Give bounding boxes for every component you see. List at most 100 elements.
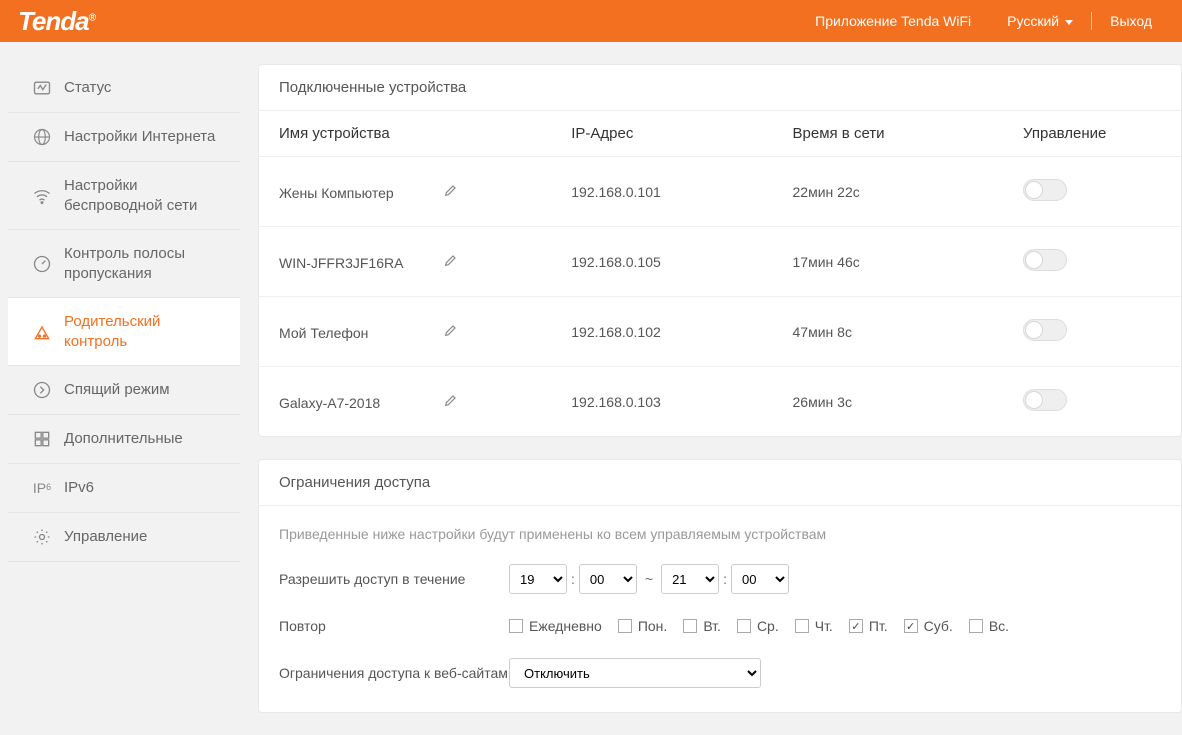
sidebar-item-label: Настройки беспроводной сети: [64, 176, 224, 215]
day-label: Ср.: [757, 618, 779, 634]
time-from-min[interactable]: 00: [579, 564, 637, 594]
globe-icon: [32, 127, 52, 147]
sidebar-item-ipv6[interactable]: IP6 IPv6: [8, 464, 240, 513]
row-repeat: Повтор ЕжедневноПон.Вт.Ср.Чт.Пт.Суб.Вс.: [279, 618, 1161, 634]
device-name: Мой Телефон: [279, 325, 439, 341]
connected-devices-title: Подключенные устройства: [259, 65, 1181, 110]
wifi-icon: [32, 186, 52, 206]
checkbox-icon: [969, 619, 983, 633]
sidebar-item-label: Настройки Интернета: [64, 127, 215, 147]
time-to-min[interactable]: 00: [731, 564, 789, 594]
day-label: Пон.: [638, 618, 667, 634]
logout-link[interactable]: Выход: [1092, 13, 1170, 29]
sidebar-item-wifi[interactable]: Настройки беспроводной сети: [8, 162, 240, 230]
table-row: WIN-JFFR3JF16RA 192.168.0.105 17мин 46с: [259, 227, 1181, 297]
day-label: Вт.: [703, 618, 721, 634]
parental-icon: [32, 322, 52, 342]
day-label: Чт.: [815, 618, 833, 634]
device-uptime: 26мин 3с: [785, 367, 1016, 437]
access-note: Приведенные ниже настройки будут примене…: [279, 516, 1161, 542]
checkbox-icon: [683, 619, 697, 633]
edit-icon[interactable]: [443, 252, 459, 268]
col-name: Имя устройства: [259, 111, 563, 157]
day-label: Суб.: [924, 618, 953, 634]
manage-toggle[interactable]: [1023, 319, 1067, 341]
device-ip: 192.168.0.101: [563, 157, 784, 227]
connected-devices-panel: Подключенные устройства Имя устройства I…: [258, 64, 1182, 437]
sidebar-item-sleep[interactable]: Спящий режим: [8, 366, 240, 415]
sidebar-item-label: Статус: [64, 78, 111, 98]
ipv6-icon: IP6: [32, 478, 52, 498]
day-checkbox[interactable]: Ежедневно: [509, 618, 602, 634]
grid-icon: [32, 429, 52, 449]
language-selector[interactable]: Русский: [989, 13, 1091, 29]
checkbox-icon: [737, 619, 751, 633]
device-name: Galaxy-A7-2018: [279, 395, 439, 411]
checkbox-icon: [509, 619, 523, 633]
day-checkbox[interactable]: Пон.: [618, 618, 667, 634]
sidebar-item-label: IPv6: [64, 478, 94, 498]
edit-icon[interactable]: [443, 392, 459, 408]
sidebar: Статус Настройки Интернета Настройки бес…: [8, 64, 240, 735]
device-ip: 192.168.0.105: [563, 227, 784, 297]
day-checkbox[interactable]: Вс.: [969, 618, 1009, 634]
day-checkbox[interactable]: Пт.: [849, 618, 888, 634]
chevron-down-icon: [1065, 20, 1073, 25]
brand-logo: Tenda®: [18, 6, 95, 37]
time-to-hour[interactable]: 21: [661, 564, 719, 594]
day-checkbox[interactable]: Ср.: [737, 618, 779, 634]
sidebar-item-status[interactable]: Статус: [8, 64, 240, 113]
status-icon: [32, 78, 52, 98]
sidebar-item-label: Управление: [64, 527, 147, 547]
sidebar-item-label: Спящий режим: [64, 380, 170, 400]
day-checkbox[interactable]: Вт.: [683, 618, 721, 634]
day-label: Ежедневно: [529, 618, 602, 634]
device-uptime: 22мин 22с: [785, 157, 1016, 227]
app-link[interactable]: Приложение Tenda WiFi: [797, 13, 989, 29]
device-name: Жены Компьютер: [279, 185, 439, 201]
checkbox-icon: [849, 619, 863, 633]
gear-icon: [32, 527, 52, 547]
col-manage: Управление: [1015, 111, 1181, 157]
sidebar-item-parental-control[interactable]: Родительский контроль: [8, 298, 240, 366]
sidebar-item-label: Родительский контроль: [64, 312, 224, 351]
table-row: Galaxy-A7-2018 192.168.0.103 26мин 3с: [259, 367, 1181, 437]
device-ip: 192.168.0.102: [563, 297, 784, 367]
row-web-restrict: Ограничения доступа к веб-сайтам Отключи…: [279, 658, 1161, 688]
app-header: Tenda® Приложение Tenda WiFi Русский Вых…: [0, 0, 1182, 42]
manage-toggle[interactable]: [1023, 179, 1067, 201]
col-uptime: Время в сети: [785, 111, 1016, 157]
sidebar-item-additional[interactable]: Дополнительные: [8, 415, 240, 464]
sidebar-item-internet[interactable]: Настройки Интернета: [8, 113, 240, 162]
day-checkbox[interactable]: Чт.: [795, 618, 833, 634]
checkbox-icon: [618, 619, 632, 633]
row-allow-time: Разрешить доступ в течение 19 : 00 ~ 21 …: [279, 564, 1161, 594]
devices-table: Имя устройства IP-Адрес Время в сети Упр…: [259, 110, 1181, 436]
table-row: Жены Компьютер 192.168.0.101 22мин 22с: [259, 157, 1181, 227]
day-label: Вс.: [989, 618, 1009, 634]
access-restrictions-title: Ограничения доступа: [259, 460, 1181, 505]
main-content: Подключенные устройства Имя устройства I…: [258, 64, 1182, 735]
device-name: WIN-JFFR3JF16RA: [279, 255, 439, 271]
manage-toggle[interactable]: [1023, 249, 1067, 271]
checkbox-icon: [795, 619, 809, 633]
time-from-hour[interactable]: 19: [509, 564, 567, 594]
power-icon: [32, 380, 52, 400]
day-checkbox[interactable]: Суб.: [904, 618, 953, 634]
sidebar-item-label: Контроль полосы пропускания: [64, 244, 224, 283]
device-uptime: 17мин 46с: [785, 227, 1016, 297]
table-row: Мой Телефон 192.168.0.102 47мин 8с: [259, 297, 1181, 367]
edit-icon[interactable]: [443, 182, 459, 198]
main-layout: Статус Настройки Интернета Настройки бес…: [0, 42, 1182, 735]
device-uptime: 47мин 8с: [785, 297, 1016, 367]
edit-icon[interactable]: [443, 322, 459, 338]
web-restrict-label: Ограничения доступа к веб-сайтам: [279, 665, 509, 681]
allow-time-label: Разрешить доступ в течение: [279, 571, 509, 587]
access-restrictions-panel: Ограничения доступа Приведенные ниже нас…: [258, 459, 1182, 713]
manage-toggle[interactable]: [1023, 389, 1067, 411]
device-ip: 192.168.0.103: [563, 367, 784, 437]
col-ip: IP-Адрес: [563, 111, 784, 157]
web-restrict-select[interactable]: Отключить: [509, 658, 761, 688]
sidebar-item-bandwidth[interactable]: Контроль полосы пропускания: [8, 230, 240, 298]
sidebar-item-manage[interactable]: Управление: [8, 513, 240, 562]
